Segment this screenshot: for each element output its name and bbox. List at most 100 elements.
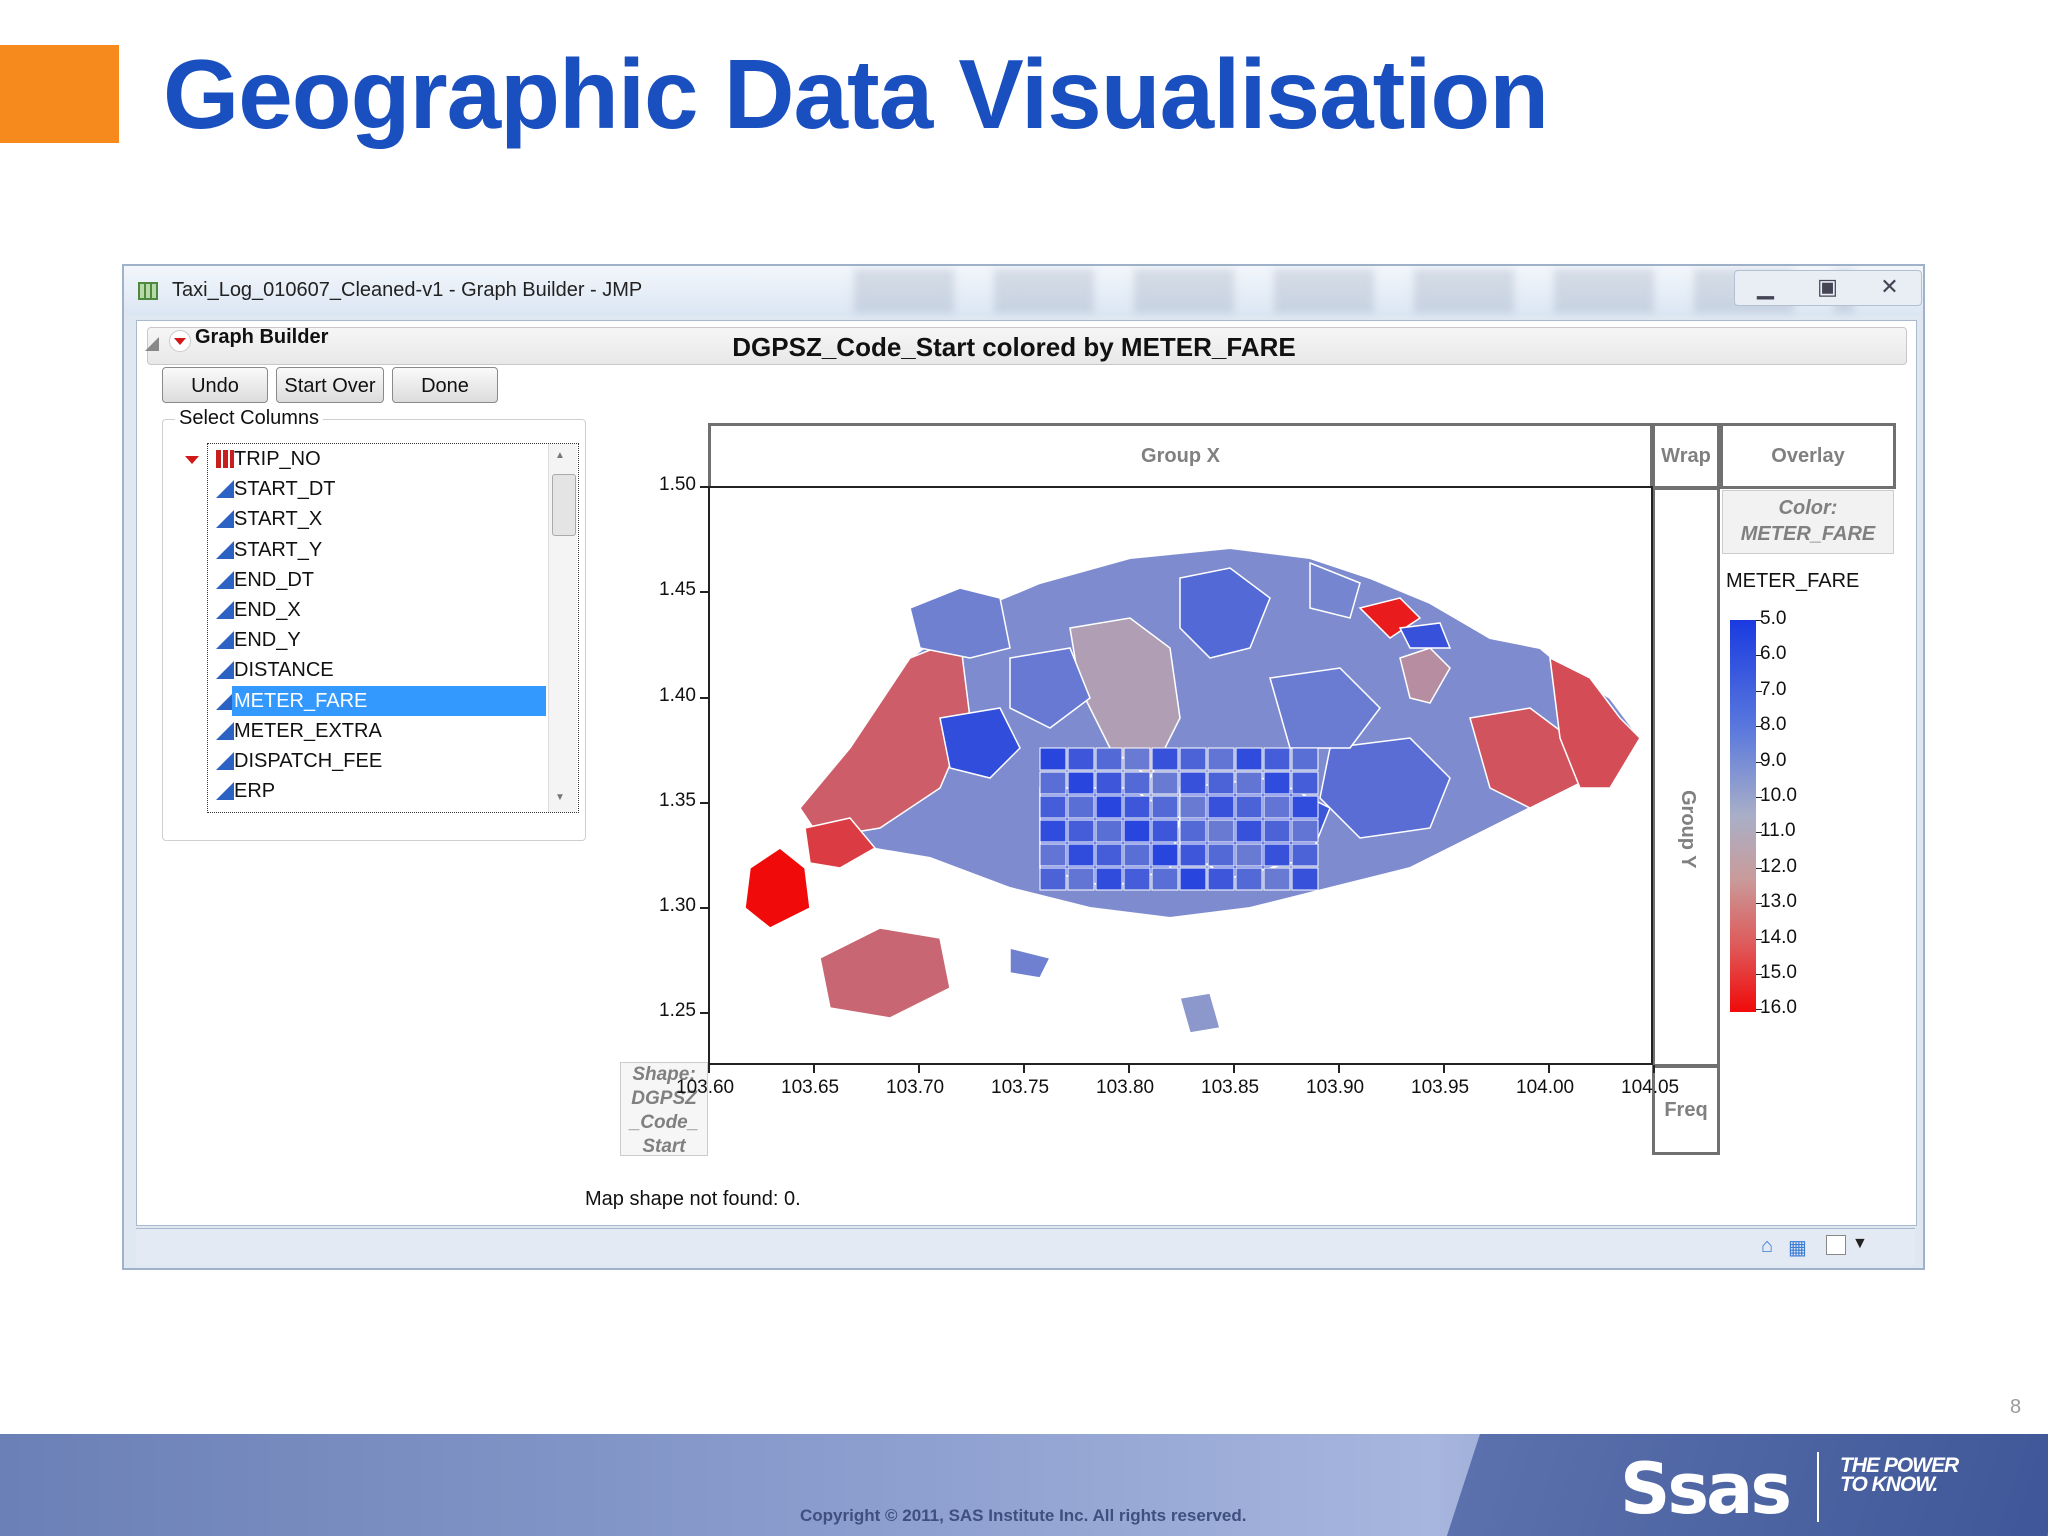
map-zone-central-3-6[interactable] [1207, 819, 1235, 843]
map-zone-central-1-8[interactable] [1263, 771, 1291, 795]
dropdown-arrow-icon[interactable]: ▼ [1852, 1235, 1868, 1253]
map-zone-central-1-4[interactable] [1151, 771, 1179, 795]
map-zone-central-2-6[interactable] [1207, 795, 1235, 819]
map-zone-central-1-1[interactable] [1067, 771, 1095, 795]
map-zone-central-5-5[interactable] [1179, 867, 1207, 891]
map-zone-central-1-6[interactable] [1207, 771, 1235, 795]
map-zone-central-5-8[interactable] [1263, 867, 1291, 891]
map-zone-central-5-3[interactable] [1123, 867, 1151, 891]
map-zone-central-2-3[interactable] [1123, 795, 1151, 819]
map-zone-central-3-1[interactable] [1067, 819, 1095, 843]
column-item-distance[interactable]: DISTANCE [208, 655, 548, 685]
map-zone-central-3-9[interactable] [1291, 819, 1319, 843]
start-over-button[interactable]: Start Over [276, 367, 384, 403]
overlay-zone[interactable]: Overlay [1720, 423, 1896, 489]
red-triangle-menu-icon[interactable] [169, 330, 191, 352]
map-zone-central-4-5[interactable] [1179, 843, 1207, 867]
home-icon[interactable]: ⌂ [1761, 1235, 1773, 1258]
column-item-start-x[interactable]: START_X [208, 504, 548, 534]
map-region-jurong-island[interactable] [819, 927, 951, 1019]
map-zone-central-4-4[interactable] [1151, 843, 1179, 867]
wrap-zone[interactable]: Wrap [1652, 423, 1720, 489]
disclosure-icon[interactable] [145, 337, 159, 351]
map-plot-area[interactable] [708, 486, 1653, 1065]
map-zone-central-2-0[interactable] [1039, 795, 1067, 819]
scroll-down-icon[interactable]: ▼ [555, 792, 565, 803]
map-zone-central-0-9[interactable] [1291, 747, 1319, 771]
map-zone-central-3-7[interactable] [1235, 819, 1263, 843]
map-zone-central-0-5[interactable] [1179, 747, 1207, 771]
column-list-menu-icon[interactable] [181, 451, 203, 473]
map-zone-central-0-8[interactable] [1263, 747, 1291, 771]
color-zone[interactable]: Color: METER_FARE [1722, 490, 1894, 554]
map-region-southwest-tip[interactable] [744, 847, 811, 929]
map-zone-central-1-3[interactable] [1123, 771, 1151, 795]
scroll-thumb[interactable] [552, 474, 576, 536]
column-item-dispatch-fee[interactable]: DISPATCH_FEE [208, 746, 548, 776]
map-zone-central-5-2[interactable] [1095, 867, 1123, 891]
scroll-up-icon[interactable]: ▲ [555, 450, 565, 461]
table-icon[interactable]: ▦ [1788, 1235, 1807, 1260]
map-zone-central-4-2[interactable] [1095, 843, 1123, 867]
column-item-end-y[interactable]: END_Y [208, 625, 548, 655]
map-zone-central-4-0[interactable] [1039, 843, 1067, 867]
map-zone-central-4-9[interactable] [1291, 843, 1319, 867]
map-zone-central-4-1[interactable] [1067, 843, 1095, 867]
column-list[interactable]: TRIP_NO START_DT START_X START_Y END_DT END_X… [207, 443, 579, 813]
map-zone-central-2-4[interactable] [1151, 795, 1179, 819]
map-zone-central-3-2[interactable] [1095, 819, 1123, 843]
map-zone-central-3-4[interactable] [1151, 819, 1179, 843]
map-zone-central-5-1[interactable] [1067, 867, 1095, 891]
map-zone-central-3-3[interactable] [1123, 819, 1151, 843]
column-item-trip-no[interactable]: TRIP_NO [208, 444, 548, 474]
column-item-start-y[interactable]: START_Y [208, 535, 548, 565]
map-zone-central-1-9[interactable] [1291, 771, 1319, 795]
column-item-end-x[interactable]: END_X [208, 595, 548, 625]
map-zone-central-1-2[interactable] [1095, 771, 1123, 795]
column-item-start-dt[interactable]: START_DT [208, 474, 548, 504]
column-item-erp[interactable]: ERP [208, 776, 548, 806]
map-zone-central-2-2[interactable] [1095, 795, 1123, 819]
map-zone-central-3-8[interactable] [1263, 819, 1291, 843]
map-zone-central-1-5[interactable] [1179, 771, 1207, 795]
map-zone-central-5-0[interactable] [1039, 867, 1067, 891]
group-y-zone[interactable]: Group Y [1652, 487, 1720, 1067]
map-region-sentosa[interactable] [1009, 947, 1052, 979]
column-item-meter-fare[interactable]: METER_FARE [208, 685, 548, 716]
map-zone-central-2-8[interactable] [1263, 795, 1291, 819]
restore-icon[interactable]: ▣ [1797, 271, 1858, 305]
map-region-2[interactable] [909, 587, 1011, 659]
map-zone-central-4-3[interactable] [1123, 843, 1151, 867]
map-zone-central-0-4[interactable] [1151, 747, 1179, 771]
minimize-icon[interactable]: ▁ [1735, 271, 1796, 305]
map-zone-central-0-2[interactable] [1095, 747, 1123, 771]
map-zone-central-2-1[interactable] [1067, 795, 1095, 819]
column-item-end-dt[interactable]: END_DT [208, 565, 548, 595]
map-zone-central-2-7[interactable] [1235, 795, 1263, 819]
map-zone-central-0-3[interactable] [1123, 747, 1151, 771]
close-icon[interactable]: ✕ [1859, 271, 1920, 305]
map-zone-central-4-6[interactable] [1207, 843, 1235, 867]
map-zone-central-4-7[interactable] [1235, 843, 1263, 867]
column-item-meter-extra[interactable]: METER_EXTRA [208, 716, 548, 746]
group-x-zone[interactable]: Group X [708, 423, 1653, 489]
done-button[interactable]: Done [392, 367, 498, 403]
map-zone-central-2-9[interactable] [1291, 795, 1319, 819]
column-list-scrollbar[interactable]: ▲ ▼ [548, 444, 577, 812]
map-zone-central-0-6[interactable] [1207, 747, 1235, 771]
map-zone-central-1-0[interactable] [1039, 771, 1067, 795]
map-zone-central-0-1[interactable] [1067, 747, 1095, 771]
window-titlebar[interactable]: Taxi_Log_010607_Cleaned-v1 - Graph Build… [124, 266, 1923, 316]
map-zone-central-5-4[interactable] [1151, 867, 1179, 891]
map-zone-central-3-0[interactable] [1039, 819, 1067, 843]
checkbox-icon[interactable] [1826, 1235, 1846, 1255]
map-zone-central-5-6[interactable] [1207, 867, 1235, 891]
map-zone-central-0-0[interactable] [1039, 747, 1067, 771]
map-zone-central-4-8[interactable] [1263, 843, 1291, 867]
map-zone-central-5-7[interactable] [1235, 867, 1263, 891]
map-zone-central-3-5[interactable] [1179, 819, 1207, 843]
map-region-southern-isle[interactable] [1179, 992, 1221, 1034]
map-zone-central-2-5[interactable] [1179, 795, 1207, 819]
map-zone-central-1-7[interactable] [1235, 771, 1263, 795]
singapore-map[interactable] [710, 488, 1651, 1063]
